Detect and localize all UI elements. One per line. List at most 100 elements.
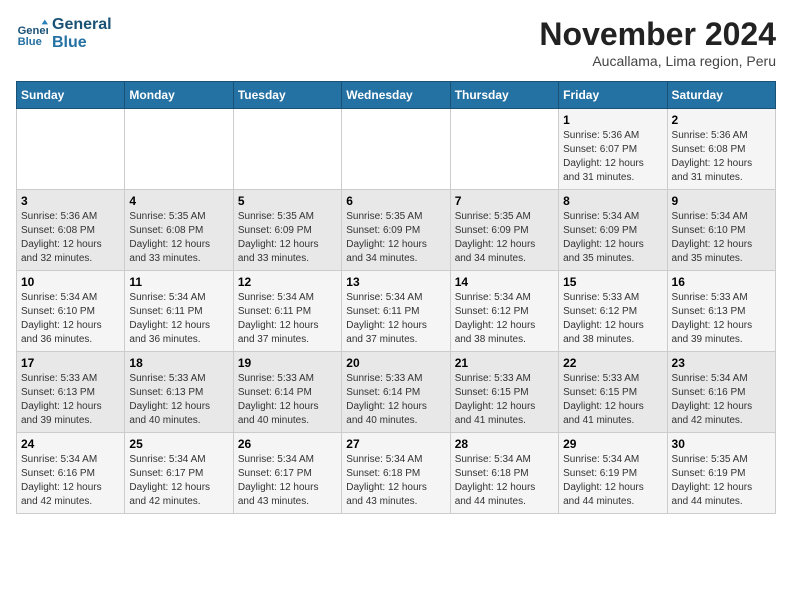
day-number: 7 (455, 194, 554, 208)
day-info: Sunrise: 5:35 AMSunset: 6:19 PMDaylight:… (672, 453, 771, 509)
week-row-4: 17 Sunrise: 5:33 AMSunset: 6:13 PMDayligh… (17, 352, 776, 433)
day-info: Sunrise: 5:35 AMSunset: 6:09 PMDaylight:… (455, 210, 554, 266)
day-cell (342, 109, 450, 190)
day-number: 17 (21, 356, 120, 370)
week-row-1: 1 Sunrise: 5:36 AMSunset: 6:07 PMDaylight… (17, 109, 776, 190)
day-cell: 17 Sunrise: 5:33 AMSunset: 6:13 PMDayligh… (17, 352, 125, 433)
day-number: 2 (672, 113, 771, 127)
calendar-header-row: Sunday Monday Tuesday Wednesday Thursday… (17, 82, 776, 109)
day-info: Sunrise: 5:35 AMSunset: 6:08 PMDaylight:… (129, 210, 228, 266)
day-cell: 18 Sunrise: 5:33 AMSunset: 6:13 PMDayligh… (125, 352, 233, 433)
day-number: 12 (238, 275, 337, 289)
day-number: 6 (346, 194, 445, 208)
day-number: 14 (455, 275, 554, 289)
day-info: Sunrise: 5:34 AMSunset: 6:12 PMDaylight:… (455, 291, 554, 347)
day-cell: 11 Sunrise: 5:34 AMSunset: 6:11 PMDayligh… (125, 271, 233, 352)
day-info: Sunrise: 5:33 AMSunset: 6:14 PMDaylight:… (346, 372, 445, 428)
header-tuesday: Tuesday (233, 82, 341, 109)
svg-text:Blue: Blue (18, 36, 42, 48)
day-info: Sunrise: 5:33 AMSunset: 6:14 PMDaylight:… (238, 372, 337, 428)
day-cell: 12Sunrise: 5:34 AMSunset: 6:11 PMDayligh… (233, 271, 341, 352)
day-number: 20 (346, 356, 445, 370)
day-cell: 15 Sunrise: 5:33 AMSunset: 6:12 PMDayligh… (559, 271, 667, 352)
day-info: Sunrise: 5:33 AMSunset: 6:13 PMDaylight:… (672, 291, 771, 347)
day-cell: 4 Sunrise: 5:35 AMSunset: 6:08 PMDaylight… (125, 190, 233, 271)
title-area: November 2024 Aucallama, Lima region, Pe… (539, 16, 776, 69)
day-info: Sunrise: 5:34 AMSunset: 6:11 PMDaylight:… (346, 291, 445, 347)
day-number: 27 (346, 437, 445, 451)
calendar-table: Sunday Monday Tuesday Wednesday Thursday… (16, 81, 776, 514)
day-cell: 27 Sunrise: 5:34 AMSunset: 6:18 PMDayligh… (342, 433, 450, 514)
day-cell: 16Sunrise: 5:33 AMSunset: 6:13 PMDayligh… (667, 271, 775, 352)
day-info: Sunrise: 5:34 AMSunset: 6:17 PMDaylight:… (129, 453, 228, 509)
day-cell: 9 Sunrise: 5:34 AMSunset: 6:10 PMDaylight… (667, 190, 775, 271)
day-info: Sunrise: 5:34 AMSunset: 6:11 PMDaylight:… (129, 291, 228, 347)
day-number: 4 (129, 194, 228, 208)
day-cell: 7 Sunrise: 5:35 AMSunset: 6:09 PMDaylight… (450, 190, 558, 271)
day-number: 30 (672, 437, 771, 451)
day-number: 23 (672, 356, 771, 370)
day-number: 29 (563, 437, 662, 451)
day-cell: 5 Sunrise: 5:35 AMSunset: 6:09 PMDaylight… (233, 190, 341, 271)
day-number: 19 (238, 356, 337, 370)
day-info: Sunrise: 5:33 AMSunset: 6:15 PMDaylight:… (563, 372, 662, 428)
header-thursday: Thursday (450, 82, 558, 109)
header-wednesday: Wednesday (342, 82, 450, 109)
day-cell: 13 Sunrise: 5:34 AMSunset: 6:11 PMDayligh… (342, 271, 450, 352)
day-cell: 26Sunrise: 5:34 AMSunset: 6:17 PMDayligh… (233, 433, 341, 514)
day-info: Sunrise: 5:35 AMSunset: 6:09 PMDaylight:… (346, 210, 445, 266)
day-number: 1 (563, 113, 662, 127)
day-info: Sunrise: 5:33 AMSunset: 6:12 PMDaylight:… (563, 291, 662, 347)
day-info: Sunrise: 5:33 AMSunset: 6:15 PMDaylight:… (455, 372, 554, 428)
day-cell: 21Sunrise: 5:33 AMSunset: 6:15 PMDayligh… (450, 352, 558, 433)
day-cell: 1 Sunrise: 5:36 AMSunset: 6:07 PMDaylight… (559, 109, 667, 190)
day-number: 24 (21, 437, 120, 451)
header-saturday: Saturday (667, 82, 775, 109)
day-cell: 3 Sunrise: 5:36 AMSunset: 6:08 PMDaylight… (17, 190, 125, 271)
day-number: 13 (346, 275, 445, 289)
logo-icon: General Blue (16, 18, 48, 50)
day-cell: 25 Sunrise: 5:34 AMSunset: 6:17 PMDayligh… (125, 433, 233, 514)
day-info: Sunrise: 5:36 AMSunset: 6:07 PMDaylight:… (563, 129, 662, 185)
day-cell: 22 Sunrise: 5:33 AMSunset: 6:15 PMDayligh… (559, 352, 667, 433)
day-info: Sunrise: 5:33 AMSunset: 6:13 PMDaylight:… (129, 372, 228, 428)
day-number: 5 (238, 194, 337, 208)
day-info: Sunrise: 5:34 AMSunset: 6:10 PMDaylight:… (672, 210, 771, 266)
location-subtitle: Aucallama, Lima region, Peru (539, 53, 776, 69)
day-info: Sunrise: 5:34 AMSunset: 6:18 PMDaylight:… (455, 453, 554, 509)
day-number: 28 (455, 437, 554, 451)
day-cell: 24 Sunrise: 5:34 AMSunset: 6:16 PMDayligh… (17, 433, 125, 514)
day-cell: 20 Sunrise: 5:33 AMSunset: 6:14 PMDayligh… (342, 352, 450, 433)
day-number: 11 (129, 275, 228, 289)
day-info: Sunrise: 5:34 AMSunset: 6:19 PMDaylight:… (563, 453, 662, 509)
day-cell (17, 109, 125, 190)
day-number: 22 (563, 356, 662, 370)
day-info: Sunrise: 5:35 AMSunset: 6:09 PMDaylight:… (238, 210, 337, 266)
day-cell: 2 Sunrise: 5:36 AMSunset: 6:08 PMDaylight… (667, 109, 775, 190)
day-info: Sunrise: 5:36 AMSunset: 6:08 PMDaylight:… (21, 210, 120, 266)
day-number: 15 (563, 275, 662, 289)
month-title: November 2024 (539, 16, 776, 53)
day-number: 9 (672, 194, 771, 208)
day-info: Sunrise: 5:34 AMSunset: 6:18 PMDaylight:… (346, 453, 445, 509)
week-row-5: 24 Sunrise: 5:34 AMSunset: 6:16 PMDayligh… (17, 433, 776, 514)
day-cell: 10Sunrise: 5:34 AMSunset: 6:10 PMDayligh… (17, 271, 125, 352)
header-sunday: Sunday (17, 82, 125, 109)
day-info: Sunrise: 5:34 AMSunset: 6:16 PMDaylight:… (672, 372, 771, 428)
day-number: 8 (563, 194, 662, 208)
day-cell (125, 109, 233, 190)
day-info: Sunrise: 5:34 AMSunset: 6:09 PMDaylight:… (563, 210, 662, 266)
day-cell: 8 Sunrise: 5:34 AMSunset: 6:09 PMDaylight… (559, 190, 667, 271)
day-cell: 30 Sunrise: 5:35 AMSunset: 6:19 PMDayligh… (667, 433, 775, 514)
page-header: General Blue General Blue November 2024 … (16, 16, 776, 69)
svg-text:General: General (18, 25, 48, 37)
day-number: 3 (21, 194, 120, 208)
day-cell: 6 Sunrise: 5:35 AMSunset: 6:09 PMDaylight… (342, 190, 450, 271)
day-info: Sunrise: 5:33 AMSunset: 6:13 PMDaylight:… (21, 372, 120, 428)
day-number: 18 (129, 356, 228, 370)
day-number: 25 (129, 437, 228, 451)
header-friday: Friday (559, 82, 667, 109)
week-row-2: 3 Sunrise: 5:36 AMSunset: 6:08 PMDaylight… (17, 190, 776, 271)
day-info: Sunrise: 5:34 AMSunset: 6:16 PMDaylight:… (21, 453, 120, 509)
day-info: Sunrise: 5:36 AMSunset: 6:08 PMDaylight:… (672, 129, 771, 185)
